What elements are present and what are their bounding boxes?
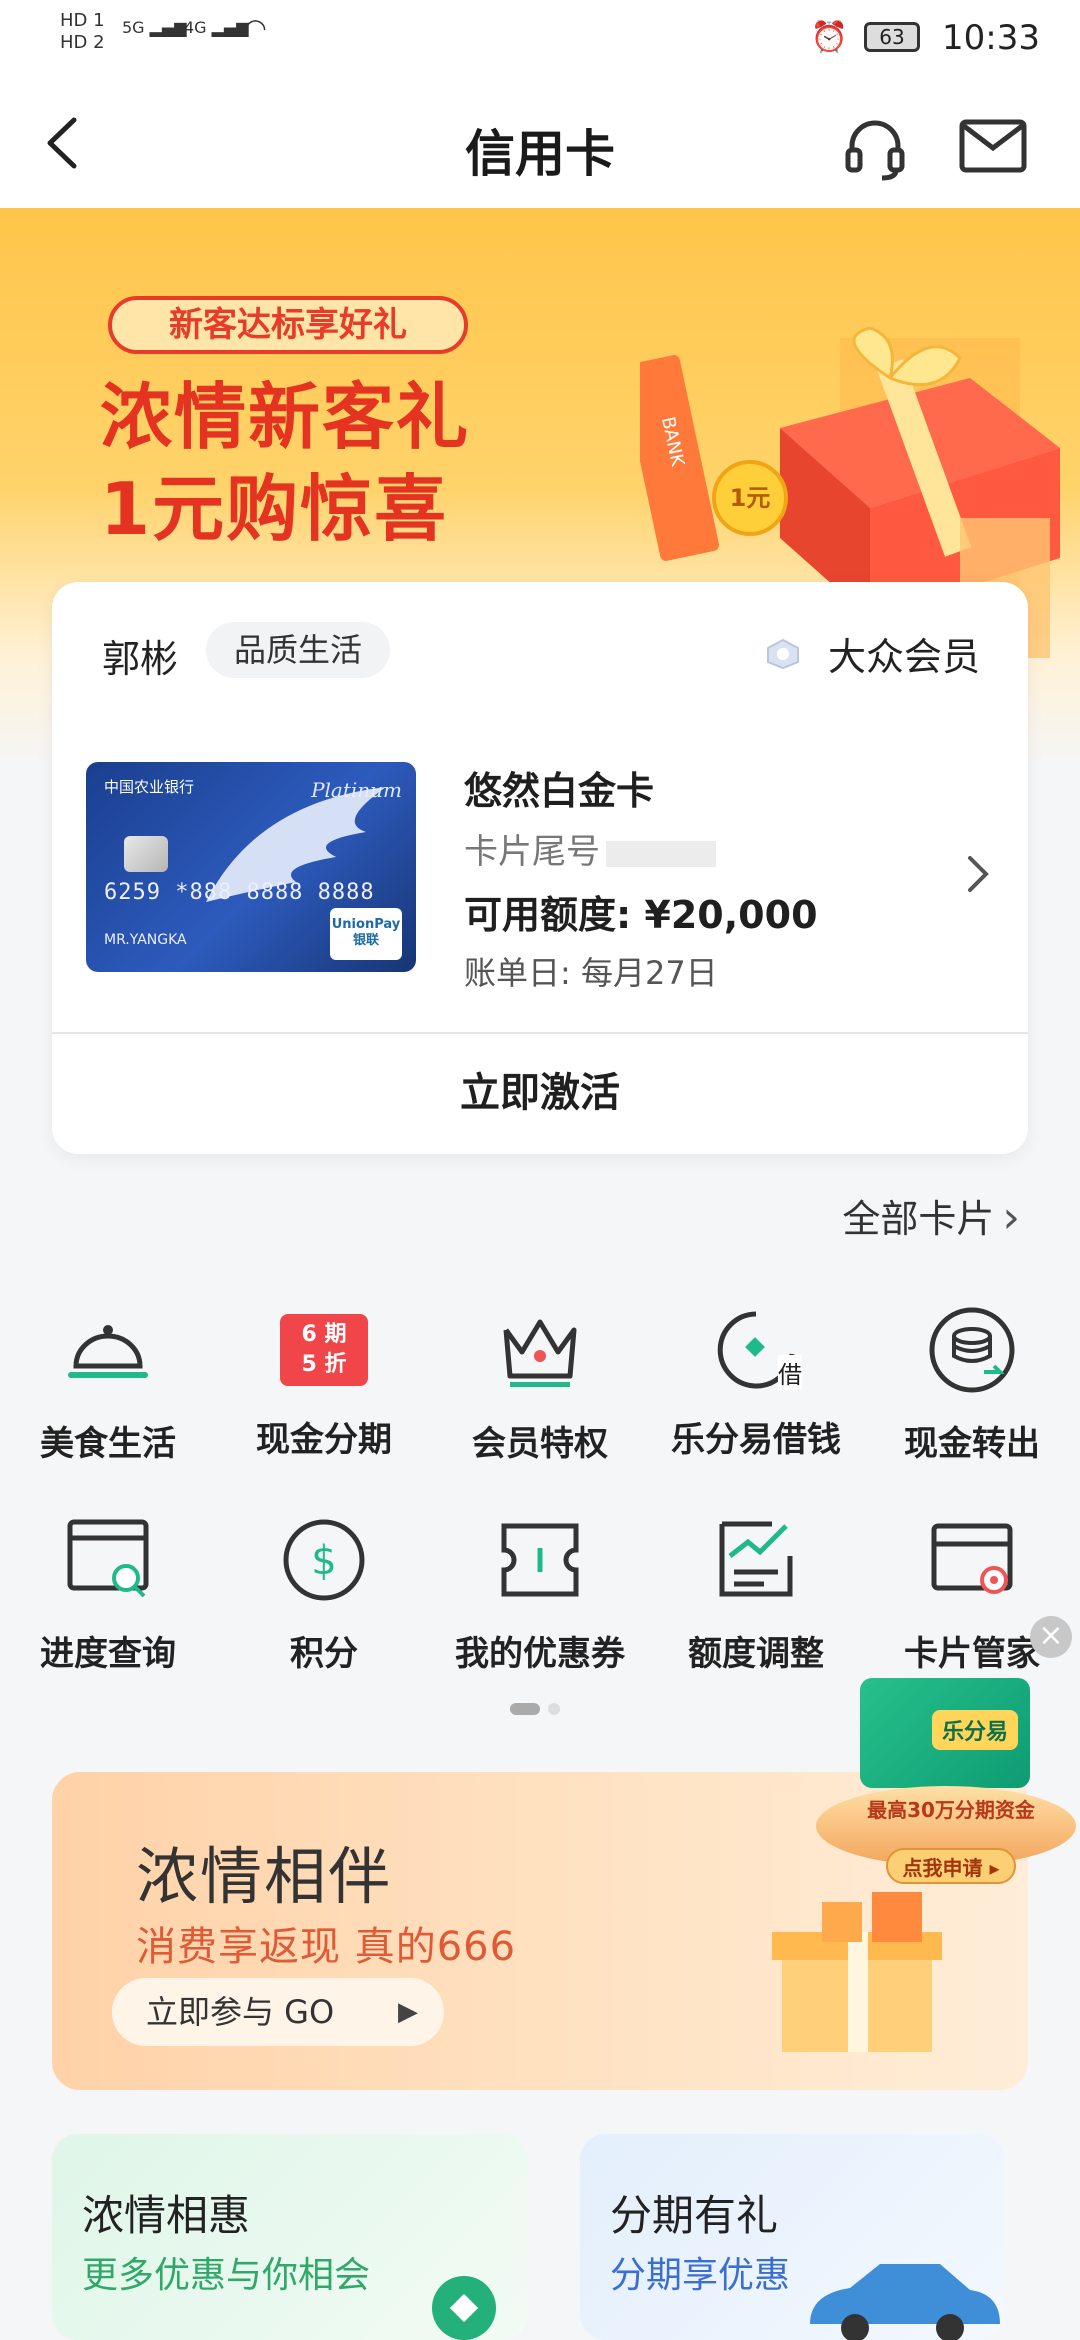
coin-badge: 1元 [712,460,788,536]
sim2-label: HD 2 [60,32,105,53]
grid-label: 我的优惠券 [455,1634,625,1674]
installment-6-5-icon: 6 期5 折 [276,1302,372,1398]
mail-icon [959,119,1027,173]
promo-title: 浓情相伴 [136,1840,393,1913]
ad-apply-button[interactable]: 点我申请 ▸ [886,1848,1016,1884]
crown-icon [503,1319,577,1387]
banner-tag: 新客达标享好礼 [108,296,468,354]
limit-chart-icon [719,1521,793,1597]
grid-item-food[interactable]: 美食生活 [0,1302,216,1465]
diamond-icon [432,2276,496,2340]
svg-text:$: $ [311,1538,336,1584]
bill-day: 账单日: 每月27日 [464,954,718,992]
page-indicator [510,1698,568,1717]
grid-item-cash-installment[interactable]: 6 期5 折 现金分期 [216,1302,432,1461]
banner-subheadline: 1元购惊喜 [100,467,449,551]
car-icon [810,2264,1000,2340]
tile-offers[interactable]: 浓情相惠 更多优惠与你相会 [52,2134,528,2340]
promo-cta-label: 立即参与 GO [146,1993,335,2031]
grid-label: 美食生活 [40,1424,176,1464]
grid-label: 进度查询 [40,1634,176,1674]
card-bank-name: 中国农业银行 [104,778,195,796]
signal-5g: 5G ▂▄▆ [122,18,187,37]
dollar-circle-icon: $ [283,1519,365,1601]
card-settings-icon [931,1523,1013,1594]
ad-card-image: 乐分易 [860,1678,1030,1788]
credit-card-image[interactable]: 中国农业银行 Platinum 6259 *888 8888 8888 MR.Y… [86,762,416,972]
tile-subtitle: 分期享优惠 [610,2255,791,2296]
sim1-label: HD 1 [60,10,105,31]
close-icon: × [1038,1618,1064,1653]
sim-indicators: HD 1 HD 2 [60,10,105,54]
member-badge-icon [767,638,799,670]
ad-card-label: 乐分易 [931,1710,1018,1750]
card-tail-number: 卡片尾号 [464,824,716,873]
user-name: 郭彬 [102,637,179,681]
grid-item-loan[interactable]: 借 乐分易借钱 [648,1302,864,1461]
all-cards-link[interactable]: 全部卡片 › [842,1188,1020,1243]
promo-join-button[interactable]: 立即参与 GO ▶ [112,1978,444,2046]
message-button[interactable] [958,118,1028,174]
activate-button[interactable]: 立即激活 [52,1034,1028,1154]
progress-search-icon [67,1519,149,1598]
top-nav: 信用卡 [0,84,1080,208]
card-detail-button[interactable] [962,850,992,910]
grid-label: 积分 [290,1634,358,1674]
customer-service-button[interactable] [840,112,910,182]
all-cards-label: 全部卡片 [842,1197,995,1241]
gift-box-icon [772,1892,942,2052]
floating-ad[interactable]: × 乐分易 最高30万分期资金 点我申请 ▸ [816,1616,1080,1896]
tile-title: 分期有礼 [610,2191,779,2240]
page-title: 信用卡 [465,125,615,183]
tile-installment-gift[interactable]: 分期有礼 分期享优惠 [580,2134,1004,2340]
grid-item-points[interactable]: $ 积分 [216,1512,432,1675]
battery-indicator: 63 [864,22,920,52]
grid-label: 会员特权 [472,1424,608,1464]
signal-4g: 4G ▂▄▆ [184,18,249,37]
card-number: 6259 *888 8888 8888 [104,880,375,905]
wifi-icon: ◠ [244,14,267,44]
grid-item-member-privilege[interactable]: 会员特权 [432,1302,648,1465]
page-dot-active [510,1702,540,1715]
card-name: 悠然白金卡 [464,769,655,813]
member-level[interactable]: 大众会员 [828,626,980,681]
level-tag: 品质生活 [206,622,391,678]
grid-label: 乐分易借钱 [671,1420,841,1460]
ad-promo-text: 最高30万分期资金 [867,1798,1035,1822]
grid-label: 现金转出 [904,1424,1040,1464]
play-arrow-icon: ▶ [398,1997,418,2027]
status-bar: HD 1 HD 2 5G ▂▄▆ 4G ▂▄▆ ◠ ⏰ 63 10:33 [0,0,1080,84]
loan-icon: 借 [708,1302,804,1398]
banner-headline: 浓情新客礼 [100,375,471,459]
unionpay-logo: UnionPay 银联 [330,908,402,960]
chevron-right-icon: › [1002,1192,1020,1243]
grid-label: 现金分期 [256,1420,392,1460]
page-dot [548,1702,560,1715]
credit-card-panel: 郭彬 品质生活 大众会员 中国农业银行 Platinum 6259 *888 8… [52,582,1028,1154]
card-holder: MR.YANGKA [104,932,187,948]
promo-subtitle: 消费享返现 真的666 [136,1924,517,1970]
coin-stack-icon [929,1307,1015,1393]
chevron-right-icon [968,856,989,892]
grid-item-coupons[interactable]: 我的优惠券 [432,1512,648,1675]
tile-title: 浓情相惠 [82,2191,251,2240]
chip-icon [124,836,168,872]
grid-item-progress[interactable]: 进度查询 [0,1512,216,1675]
coupon-icon [501,1523,579,1597]
tile-subtitle: 更多优惠与你相会 [82,2255,371,2296]
grid-item-cash-transfer[interactable]: 现金转出 [864,1302,1080,1465]
headset-icon [845,120,905,181]
clock: 10:33 [942,18,1040,58]
close-ad-button[interactable]: × [1030,1616,1072,1658]
cloche-icon [68,1325,148,1378]
alarm-icon: ⏰ [810,20,848,55]
available-limit: 可用额度: ¥20,000 [464,893,818,937]
